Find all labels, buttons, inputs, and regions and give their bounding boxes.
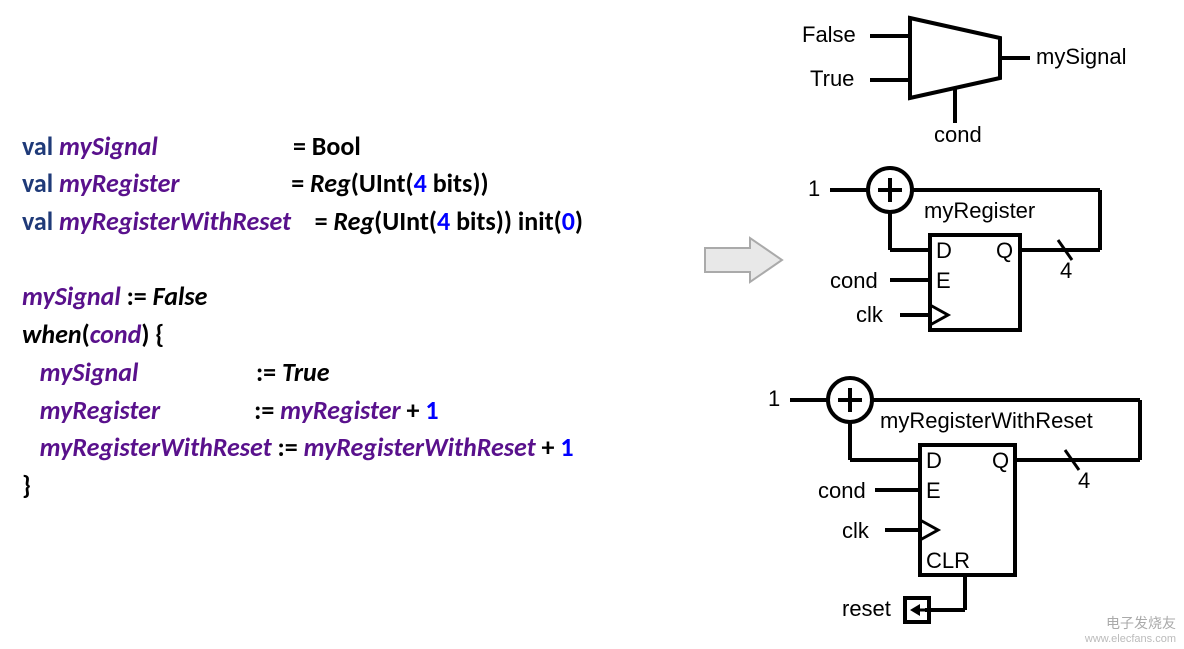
id-cond: cond [90, 318, 142, 350]
reg2-cond: cond [818, 478, 866, 504]
fn-reg: Reg [333, 205, 374, 237]
watermark: 电子发烧友 www.elecfans.com [1085, 613, 1176, 645]
mux-out: mySignal [1036, 44, 1126, 70]
id-mysignal: mySignal [40, 356, 139, 388]
reg2-d: D [926, 448, 942, 474]
id-myregister: myRegister [59, 167, 179, 199]
id-myregreset: myRegisterWithReset [59, 205, 291, 237]
reg1-cond: cond [830, 268, 878, 294]
reg2-reset: reset [842, 596, 891, 622]
fn-reg: Reg [310, 167, 351, 199]
op-assign: := [254, 394, 280, 426]
op-assign: := [272, 431, 304, 463]
id-mysignal: mySignal [22, 280, 121, 312]
watermark-url: www.elecfans.com [1085, 633, 1176, 645]
paren: ) [575, 205, 583, 237]
reg1-one: 1 [808, 176, 820, 202]
mux-in-false: False [802, 22, 856, 48]
num-1: 1 [425, 394, 438, 426]
eq: = [291, 167, 310, 199]
op-plus: + [536, 431, 561, 463]
reg1-q: Q [996, 238, 1013, 264]
brace-close: } [22, 469, 31, 501]
paren: (UInt( [351, 167, 414, 199]
reg2-name: myRegisterWithReset [880, 408, 1093, 434]
id-myregister: myRegister [40, 394, 160, 426]
op-assign: := [121, 280, 153, 312]
id-mysignal: mySignal [59, 130, 158, 162]
mux-sel: cond [934, 122, 982, 148]
reg2-one: 1 [768, 386, 780, 412]
eq: = [315, 205, 334, 237]
op-plus: + [401, 394, 426, 426]
reg1-clk: clk [856, 302, 883, 328]
num-4: 4 [437, 205, 450, 237]
reg1-name: myRegister [924, 198, 1035, 224]
reg2-q: Q [992, 448, 1009, 474]
id-myregreset2: myRegisterWithReset [304, 431, 536, 463]
paren: bits)) [427, 167, 489, 199]
reg2-e: E [926, 478, 941, 504]
reg1-e: E [936, 268, 951, 294]
paren: (UInt( [374, 205, 437, 237]
reg2-clr: CLR [926, 548, 970, 574]
watermark-brand: 电子发烧友 [1085, 613, 1176, 633]
paren: ) { [141, 318, 164, 350]
reg1-width: 4 [1060, 258, 1072, 284]
diagram-area: False True mySignal cond 1 myRegister D … [780, 0, 1184, 649]
eq: = Bool [293, 130, 361, 162]
arrow-icon [700, 230, 790, 290]
fn-when: when [22, 318, 82, 350]
paren: bits)) init( [450, 205, 562, 237]
kw-val: val [22, 130, 53, 162]
code-block: val mySignal = Bool val myRegister = Reg… [22, 90, 583, 505]
kw-val: val [22, 167, 53, 199]
paren: ( [82, 318, 90, 350]
fn-false: False [153, 280, 208, 312]
kw-val: val [22, 205, 53, 237]
num-4: 4 [414, 167, 427, 199]
op-assign: := [256, 356, 282, 388]
reg2-clk: clk [842, 518, 869, 544]
fn-true: True [282, 356, 330, 388]
reg2-width: 4 [1078, 468, 1090, 494]
id-myregister2: myRegister [280, 394, 400, 426]
num-1: 1 [560, 431, 573, 463]
num-0: 0 [562, 205, 575, 237]
reg1-d: D [936, 238, 952, 264]
mux-in-true: True [810, 66, 854, 92]
id-myregreset: myRegisterWithReset [40, 431, 272, 463]
